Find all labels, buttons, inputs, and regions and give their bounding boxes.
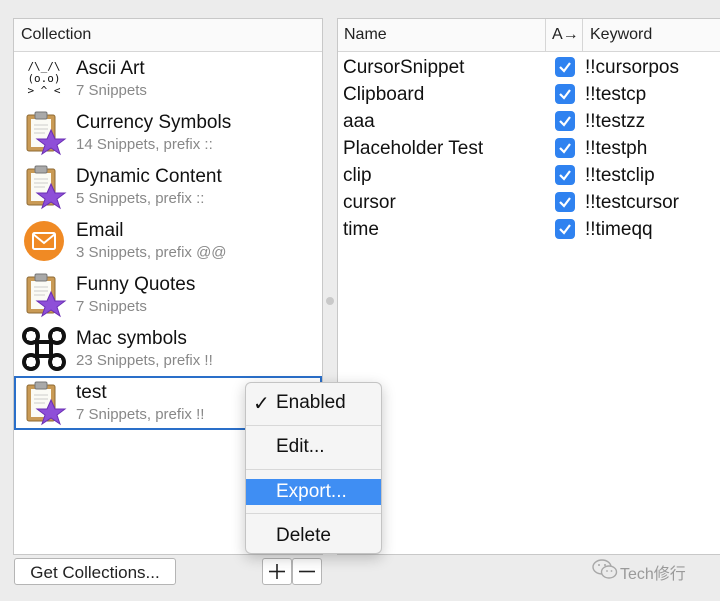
column-header-name[interactable]: Name <box>344 26 387 44</box>
menu-separator <box>246 513 381 514</box>
checkmark-icon: ✓ <box>253 393 270 415</box>
collection-header[interactable]: Collection <box>14 19 322 52</box>
collection-title: Dynamic Content <box>76 166 222 187</box>
collection-subtitle: 3 Snippets, prefix @@ <box>76 244 227 261</box>
command-key-icon <box>21 326 67 372</box>
collection-title: Currency Symbols <box>76 112 232 133</box>
collection-subtitle: 5 Snippets, prefix :: <box>76 190 205 207</box>
clipboard-star-icon <box>21 164 67 210</box>
collection-item-mac-symbols[interactable]: Mac symbols 23 Snippets, prefix !! <box>14 322 322 376</box>
menu-item-label: Delete <box>276 525 331 546</box>
auto-expand-checkbox[interactable] <box>555 192 575 212</box>
table-row[interactable]: Clipboard !!testcp <box>338 81 720 108</box>
collection-context-menu: ✓ Enabled Edit... Export... Delete <box>245 382 382 554</box>
menu-item-label: Enabled <box>276 392 346 413</box>
snippet-keyword: !!cursorpos <box>585 57 679 78</box>
collection-title: Funny Quotes <box>76 274 196 295</box>
ascii-cat-icon: /\_/\ (o.o) > ^ < <box>27 60 61 97</box>
column-header-keyword[interactable]: Keyword <box>590 26 652 44</box>
table-row[interactable]: clip !!testclip <box>338 162 720 189</box>
snippet-name: Clipboard <box>343 84 425 105</box>
snippet-name: clip <box>343 165 372 186</box>
plus-icon <box>269 564 285 579</box>
table-row[interactable]: time !!timeqq <box>338 216 720 243</box>
snippet-name: CursorSnippet <box>343 57 465 78</box>
clipboard-star-icon <box>21 380 67 426</box>
collection-subtitle: 7 Snippets, prefix !! <box>76 406 205 423</box>
snippet-name: Placeholder Test <box>343 138 484 159</box>
add-collection-button[interactable] <box>262 558 292 585</box>
menu-separator <box>246 425 381 426</box>
table-row[interactable]: CursorSnippet !!cursorpos <box>338 54 720 81</box>
auto-expand-checkbox[interactable] <box>555 219 575 239</box>
snippet-name: cursor <box>343 192 396 213</box>
watermark: Tech修行 <box>592 558 686 583</box>
get-collections-button[interactable]: Get Collections... <box>14 558 176 585</box>
auto-expand-checkbox[interactable] <box>555 138 575 158</box>
collection-item-ascii-art[interactable]: /\_/\ (o.o) > ^ < Ascii Art 7 Snippets <box>14 52 322 106</box>
auto-expand-checkbox[interactable] <box>555 165 575 185</box>
collection-item-dynamic-content[interactable]: Dynamic Content 5 Snippets, prefix :: <box>14 160 322 214</box>
collection-header-label: Collection <box>21 26 92 43</box>
menu-separator <box>246 469 381 470</box>
clipboard-star-icon <box>21 272 67 318</box>
collection-subtitle: 23 Snippets, prefix !! <box>76 352 213 369</box>
menu-item-enabled[interactable]: ✓ Enabled <box>246 390 381 416</box>
menu-item-delete[interactable]: Delete <box>246 523 381 549</box>
snippet-keyword: !!testcp <box>585 84 647 105</box>
snippet-table: Name A→ Keyword CursorSnippet !!cursorpo… <box>337 18 720 555</box>
table-header: Name A→ Keyword <box>338 19 720 52</box>
split-view-handle[interactable] <box>326 297 334 305</box>
collection-title: Mac symbols <box>76 328 187 349</box>
table-row[interactable]: Placeholder Test !!testph <box>338 135 720 162</box>
snippet-name: aaa <box>343 111 375 132</box>
wechat-icon <box>592 559 618 579</box>
collection-subtitle: 7 Snippets <box>76 82 147 99</box>
snippet-keyword: !!timeqq <box>585 219 653 240</box>
collection-title: test <box>76 382 107 403</box>
collection-title: Email <box>76 220 124 241</box>
auto-expand-checkbox[interactable] <box>555 111 575 131</box>
envelope-icon <box>21 218 67 264</box>
snippet-keyword: !!testph <box>585 138 648 159</box>
watermark-text: Tech修行 <box>620 566 686 583</box>
table-row[interactable]: aaa !!testzz <box>338 108 720 135</box>
menu-item-label: Edit... <box>276 436 325 457</box>
collection-item-email[interactable]: Email 3 Snippets, prefix @@ <box>14 214 322 268</box>
menu-item-export[interactable]: Export... <box>246 479 381 505</box>
table-row[interactable]: cursor !!testcursor <box>338 189 720 216</box>
snippet-keyword: !!testzz <box>585 111 646 132</box>
collection-title: Ascii Art <box>76 58 145 79</box>
auto-expand-checkbox[interactable] <box>555 84 575 104</box>
menu-item-edit[interactable]: Edit... <box>246 434 381 460</box>
snippet-keyword: !!testclip <box>585 165 655 186</box>
collection-subtitle: 7 Snippets <box>76 298 147 315</box>
collection-item-currency-symbols[interactable]: Currency Symbols 14 Snippets, prefix :: <box>14 106 322 160</box>
remove-collection-button[interactable] <box>292 558 322 585</box>
column-header-auto[interactable]: A→ <box>552 26 579 44</box>
collection-subtitle: 14 Snippets, prefix :: <box>76 136 213 153</box>
collection-item-funny-quotes[interactable]: Funny Quotes 7 Snippets <box>14 268 322 322</box>
column-divider[interactable] <box>545 19 546 51</box>
menu-item-label: Export... <box>276 481 347 502</box>
clipboard-star-icon <box>21 110 67 156</box>
auto-expand-checkbox[interactable] <box>555 57 575 77</box>
snippet-keyword: !!testcursor <box>585 192 679 213</box>
column-divider[interactable] <box>582 19 583 51</box>
minus-icon <box>299 570 315 573</box>
snippet-name: time <box>343 219 379 240</box>
